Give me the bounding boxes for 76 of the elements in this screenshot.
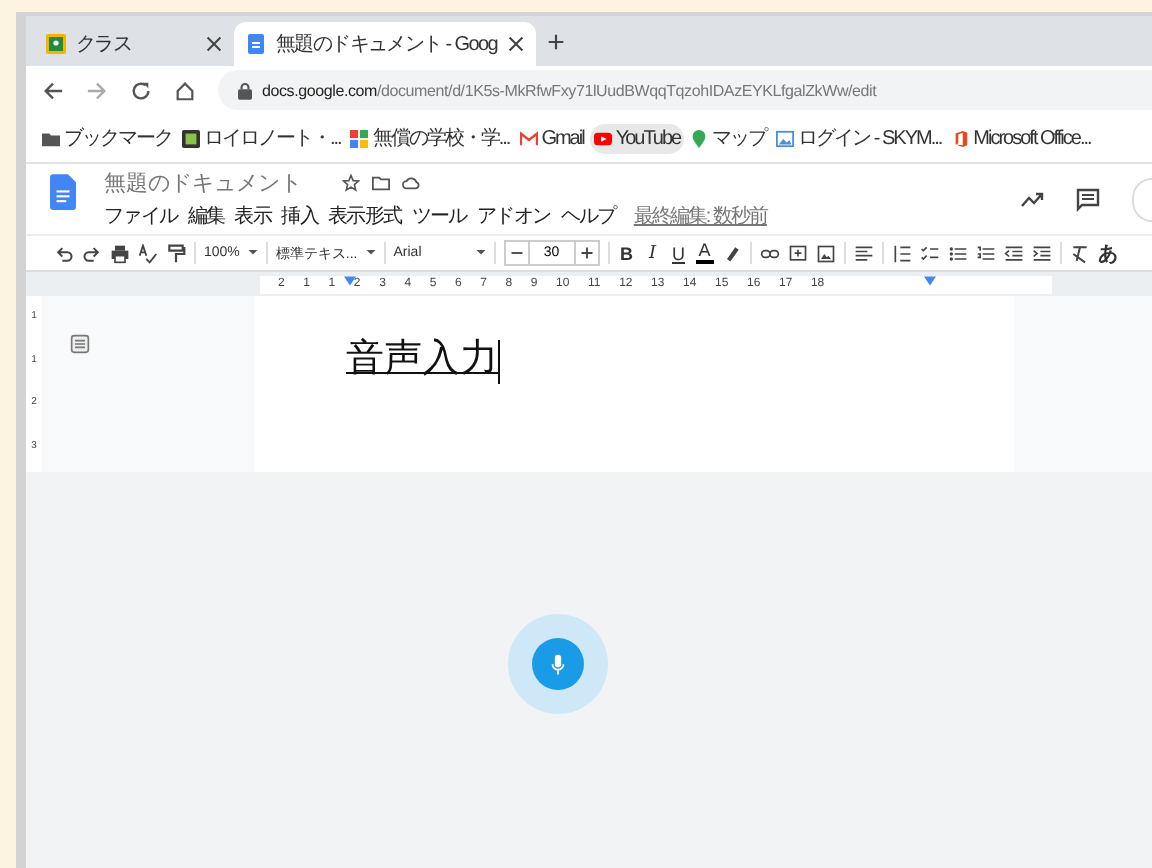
numbered-list-icon[interactable] bbox=[975, 243, 996, 263]
play-icon bbox=[593, 129, 612, 147]
outline-icon[interactable] bbox=[70, 334, 90, 354]
cloud-icon[interactable] bbox=[402, 174, 420, 192]
checklist-icon[interactable] bbox=[919, 243, 940, 263]
menu-item[interactable]: 表示形式 bbox=[328, 202, 402, 230]
menu-item[interactable]: ヘルプ bbox=[560, 202, 616, 230]
format-button[interactable]: B bbox=[617, 243, 636, 263]
image-icon bbox=[776, 129, 795, 147]
lock-icon bbox=[238, 81, 252, 99]
highlighter-icon[interactable] bbox=[721, 243, 742, 263]
bulleted-list-icon[interactable] bbox=[947, 243, 968, 263]
document-text: 音声入力 bbox=[346, 336, 498, 384]
browser-tab[interactable]: クラス bbox=[34, 22, 234, 66]
caret-icon bbox=[475, 250, 486, 256]
bookmark[interactable]: YouTube bbox=[589, 123, 685, 153]
print-icon[interactable] bbox=[110, 243, 130, 263]
mail-icon bbox=[519, 129, 538, 147]
format-button[interactable]: I bbox=[643, 243, 662, 263]
bookmark[interactable]: ブックマーク bbox=[38, 120, 176, 156]
bookmark[interactable]: マップ bbox=[686, 120, 771, 156]
menu-item[interactable]: 編集 bbox=[187, 202, 225, 230]
bookmark[interactable]: ログイン - SKYM... bbox=[772, 120, 946, 156]
increase-indent-icon[interactable] bbox=[1031, 243, 1052, 263]
document-icon bbox=[246, 34, 266, 54]
spellcheck-icon[interactable] bbox=[138, 243, 158, 263]
format-button[interactable]: A bbox=[695, 242, 714, 264]
folder-icon bbox=[42, 129, 60, 147]
caret-icon bbox=[247, 250, 258, 256]
close-icon[interactable] bbox=[507, 36, 524, 52]
bookmark[interactable]: ロイロノート・... bbox=[178, 120, 345, 156]
star-icon[interactable] bbox=[342, 174, 360, 192]
menu-item[interactable]: 挿入 bbox=[281, 202, 319, 230]
menu-item[interactable]: ファイル bbox=[104, 202, 178, 230]
format-button[interactable]: U bbox=[669, 243, 688, 263]
add-comment-icon[interactable] bbox=[787, 243, 808, 263]
redo-icon[interactable] bbox=[82, 243, 102, 263]
grid-icon bbox=[350, 129, 369, 147]
office-icon bbox=[951, 129, 970, 147]
plus-icon[interactable] bbox=[573, 240, 600, 266]
back-icon[interactable] bbox=[42, 79, 64, 101]
paint-format-icon[interactable] bbox=[166, 243, 186, 263]
text-cursor bbox=[498, 340, 500, 384]
new-tab-button[interactable]: + bbox=[547, 28, 565, 60]
classroom-icon bbox=[46, 34, 66, 54]
document-title[interactable]: 無題のドキュメント bbox=[104, 168, 302, 198]
microphone-icon bbox=[549, 653, 565, 675]
menu-item[interactable]: ツール bbox=[411, 202, 467, 230]
input-tools-button[interactable]: あ bbox=[1097, 239, 1118, 267]
line-spacing-icon[interactable] bbox=[891, 243, 912, 263]
bookmark[interactable]: Gmail bbox=[515, 123, 588, 153]
menu-item[interactable]: アドオン bbox=[476, 202, 551, 230]
app-icon bbox=[182, 129, 200, 147]
address-bar[interactable]: docs.google.com/document/d/1K5s-MkRfwFxy71lUudBWqqTqzohIDAzEYKLfgalZkWw/edit bbox=[218, 70, 1152, 110]
document-icon[interactable] bbox=[50, 174, 76, 210]
reload-icon[interactable] bbox=[130, 79, 152, 101]
align-left-icon[interactable] bbox=[853, 243, 874, 263]
url-text: docs.google.com/document/d/1K5s-MkRfwFxy71lUudBWqqTqzohIDAzEYKLfgalZkWw/edit bbox=[262, 81, 877, 99]
trend-icon[interactable] bbox=[1020, 187, 1044, 211]
bookmark[interactable]: Microsoft Office... bbox=[947, 123, 1095, 153]
home-icon[interactable] bbox=[174, 79, 196, 101]
menu-item[interactable]: 表示 bbox=[234, 202, 272, 230]
image-icon[interactable] bbox=[815, 243, 836, 263]
undo-icon[interactable] bbox=[54, 243, 74, 263]
close-icon[interactable] bbox=[206, 36, 222, 52]
bookmark[interactable]: 無償の学校・学... bbox=[346, 120, 514, 156]
clear-formatting-icon[interactable] bbox=[1069, 243, 1090, 263]
last-edit-link[interactable]: 最終編集: 数秒前 bbox=[633, 202, 767, 230]
caret-icon bbox=[365, 250, 376, 256]
folder-icon[interactable] bbox=[372, 174, 390, 192]
browser-tab[interactable]: 無題のドキュメント - Goog bbox=[234, 22, 536, 66]
voice-input-button[interactable] bbox=[507, 614, 607, 714]
minus-icon[interactable] bbox=[503, 240, 530, 266]
map-pin-icon bbox=[690, 129, 709, 147]
comment-icon[interactable] bbox=[1076, 187, 1100, 211]
decrease-indent-icon[interactable] bbox=[1003, 243, 1024, 263]
